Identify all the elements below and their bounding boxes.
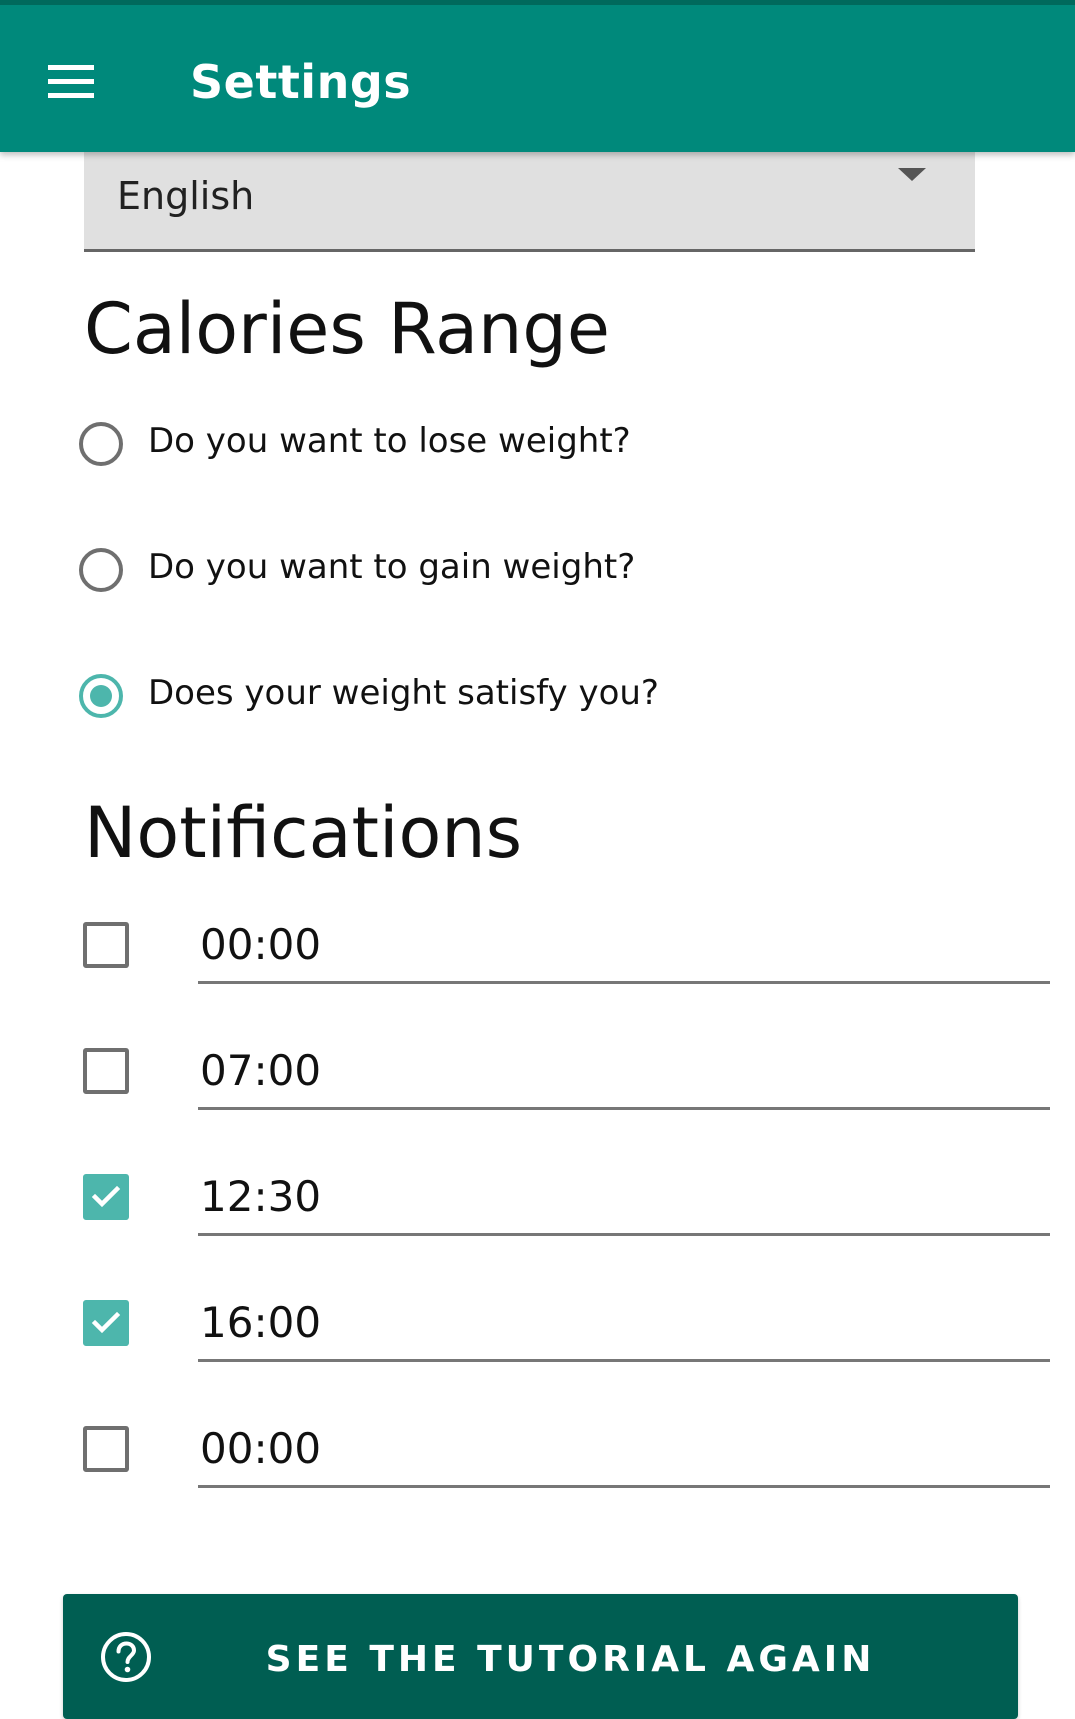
check-icon (91, 1311, 121, 1334)
language-dropdown[interactable]: English (84, 152, 975, 252)
menu-icon[interactable] (44, 59, 100, 103)
notification-checkbox[interactable] (83, 922, 129, 968)
notification-checkbox-checked[interactable] (83, 1300, 129, 1346)
see-tutorial-button[interactable]: SEE THE TUTORIAL AGAIN (63, 1594, 1018, 1719)
time-field[interactable]: 00:00 (198, 1410, 1050, 1488)
time-value: 00:00 (200, 920, 322, 969)
radio-label: Does your weight satisfy you? (148, 673, 659, 713)
time-field[interactable]: 07:00 (198, 1032, 1050, 1110)
time-value: 07:00 (200, 1046, 322, 1095)
notification-row: 07:00 (80, 1032, 1050, 1110)
notifications-heading: Notifications (84, 792, 523, 874)
notification-row: 00:00 (80, 906, 1050, 984)
time-field[interactable]: 12:30 (198, 1158, 1050, 1236)
notification-row: 12:30 (80, 1158, 1050, 1236)
app-bar: Settings (0, 0, 1075, 152)
radio-button-selected[interactable] (79, 674, 123, 718)
notification-checkbox[interactable] (83, 1048, 129, 1094)
radio-label: Do you want to lose weight? (148, 421, 631, 461)
radio-label: Do you want to gain weight? (148, 547, 636, 587)
radio-dot-icon (90, 685, 112, 707)
calories-range-heading: Calories Range (84, 288, 610, 370)
radio-button[interactable] (79, 548, 123, 592)
tutorial-button-label: SEE THE TUTORIAL AGAIN (265, 1639, 876, 1680)
dropdown-arrow-icon (898, 168, 926, 181)
page-title: Settings (190, 55, 412, 109)
time-value: 12:30 (200, 1172, 322, 1221)
time-value: 00:00 (200, 1424, 322, 1473)
check-icon (91, 1185, 121, 1208)
time-value: 16:00 (200, 1298, 322, 1347)
notification-row: 00:00 (80, 1410, 1050, 1488)
language-selected-value: English (117, 174, 255, 218)
notification-row: 16:00 (80, 1284, 1050, 1362)
time-field[interactable]: 00:00 (198, 906, 1050, 984)
time-field[interactable]: 16:00 (198, 1284, 1050, 1362)
notification-checkbox-checked[interactable] (83, 1174, 129, 1220)
radio-button[interactable] (79, 422, 123, 466)
notification-checkbox[interactable] (83, 1426, 129, 1472)
